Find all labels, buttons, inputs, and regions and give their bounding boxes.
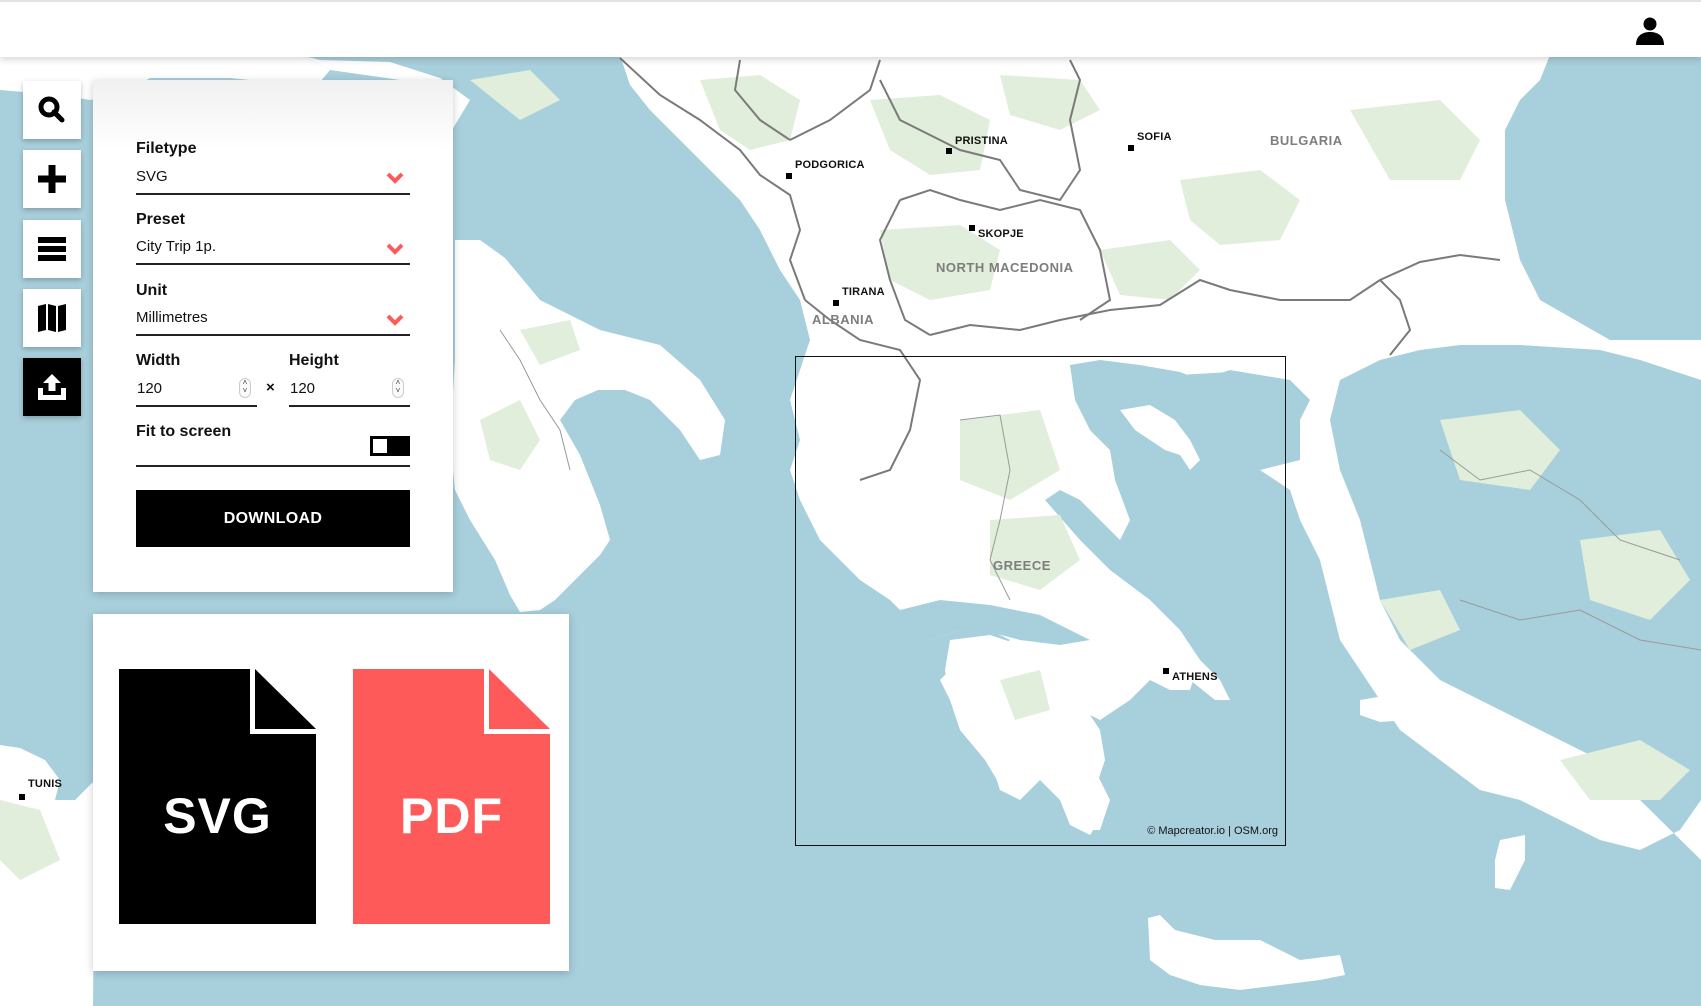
preset-value[interactable]: City Trip 1p. [136, 238, 216, 255]
city-label-tunis: TUNIS [28, 778, 62, 790]
times-symbol: × [266, 379, 275, 396]
chevron-down-icon[interactable] [386, 243, 404, 255]
fit-underline [136, 465, 410, 467]
height-label: Height [289, 352, 339, 369]
height-stepper[interactable]: ˄ ˅ [392, 378, 404, 398]
city-label-podgorica: PODGORICA [795, 159, 865, 171]
map-icon [38, 304, 66, 332]
unit-select[interactable]: Unit Millimetres [136, 282, 410, 337]
city-label-tirana: TIRANA [842, 286, 885, 298]
chevron-down-icon[interactable] [386, 172, 404, 184]
export-panel: Filetype SVG Preset City Trip 1p. Unit M… [93, 80, 453, 592]
fit-to-screen-row: Fit to screen [136, 423, 410, 473]
city-marker-skopje [969, 225, 975, 231]
country-label-north-macedonia: NORTH MACEDONIA [936, 260, 1074, 275]
map-attribution: © Mapcreator.io | OSM.org [1147, 825, 1278, 837]
add-button[interactable] [23, 150, 81, 208]
pdf-format-label: PDF [400, 788, 503, 844]
city-marker-podgorica [786, 173, 792, 179]
toggle-knob [373, 439, 387, 453]
upload-icon [38, 374, 66, 400]
height-input[interactable]: 120 [290, 380, 315, 397]
download-button[interactable]: DOWNLOAD [136, 490, 410, 547]
city-label-sofia: SOFIA [1137, 131, 1172, 143]
country-label-albania: ALBANIA [812, 312, 874, 327]
preset-label: Preset [136, 211, 185, 228]
height-underline [289, 405, 410, 407]
export-area-frame[interactable]: © Mapcreator.io | OSM.org [795, 356, 1286, 846]
user-icon[interactable] [1634, 15, 1666, 47]
top-bar [0, 0, 1701, 57]
svg-format-option[interactable]: SVG [119, 669, 316, 924]
filetype-value[interactable]: SVG [136, 168, 168, 185]
unit-label: Unit [136, 282, 168, 299]
width-stepper[interactable]: ˄ ˅ [239, 378, 251, 398]
city-label-pristina: PRISTINA [955, 135, 1008, 147]
city-marker-tunis [19, 794, 25, 800]
city-marker-pristina [946, 148, 952, 154]
country-label-bulgaria: BULGARIA [1270, 133, 1343, 148]
width-input[interactable]: 120 [137, 380, 162, 397]
dimensions-row: Width 120 ˄ ˅ × Height 120 ˄ ˅ [136, 352, 410, 408]
svg-format-label: SVG [163, 788, 272, 844]
city-marker-sofia [1128, 145, 1134, 151]
city-label-skopje: SKOPJE [978, 228, 1024, 240]
filetype-label: Filetype [136, 140, 197, 157]
preset-underline [136, 263, 410, 265]
format-preview-panel: SVG PDF [93, 614, 569, 971]
map-styles-button[interactable] [23, 289, 81, 347]
filetype-underline [136, 193, 410, 195]
unit-value[interactable]: Millimetres [136, 309, 208, 326]
layers-button[interactable] [23, 220, 81, 278]
fit-to-screen-toggle[interactable] [370, 436, 410, 456]
preset-select[interactable]: Preset City Trip 1p. [136, 211, 410, 266]
plus-icon [38, 165, 66, 193]
width-underline [136, 405, 257, 407]
fit-to-screen-label: Fit to screen [136, 423, 232, 440]
city-marker-tirana [833, 300, 839, 306]
export-button[interactable] [23, 358, 81, 416]
unit-underline [136, 334, 410, 336]
search-icon [38, 96, 65, 123]
search-button[interactable] [23, 81, 81, 139]
width-label: Width [136, 352, 181, 369]
menu-icon [38, 237, 66, 261]
chevron-down-icon[interactable] [386, 314, 404, 326]
filetype-select[interactable]: Filetype SVG [136, 140, 410, 195]
pdf-format-option[interactable]: PDF [353, 669, 550, 924]
